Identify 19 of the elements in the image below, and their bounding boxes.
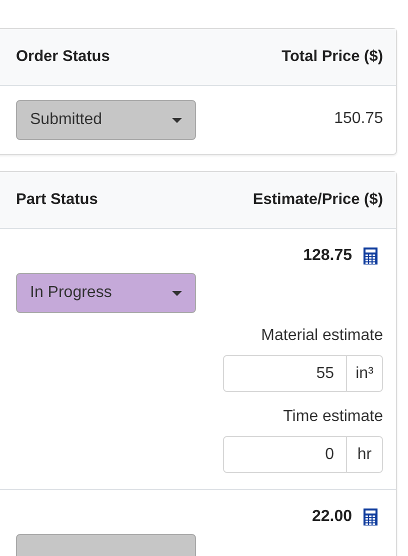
total-price: 150.75 bbox=[334, 110, 383, 128]
column-header: Part Status bbox=[16, 191, 98, 209]
field-label: Time estimate bbox=[283, 408, 383, 426]
field-label: Material estimate bbox=[261, 327, 383, 345]
calculator-icon[interactable] bbox=[363, 247, 378, 265]
column-header: Total Price ($) bbox=[282, 48, 383, 66]
status-dropdown[interactable]: Submitted bbox=[16, 100, 196, 140]
unit-label: in³ bbox=[347, 355, 383, 392]
input-field[interactable]: 0 bbox=[223, 436, 347, 473]
caret-icon bbox=[172, 290, 182, 296]
caret-icon bbox=[172, 118, 182, 122]
unit-label: hr bbox=[347, 436, 383, 473]
status-dropdown[interactable]: In Progress bbox=[16, 273, 196, 313]
column-header: Estimate/Price ($) bbox=[252, 191, 383, 209]
part-price: 22.00 bbox=[312, 508, 352, 526]
calculator-icon[interactable] bbox=[363, 508, 378, 526]
part-price: 128.75 bbox=[303, 247, 352, 265]
column-header: Order Status bbox=[16, 48, 110, 66]
input-field[interactable]: 55 bbox=[223, 355, 347, 392]
